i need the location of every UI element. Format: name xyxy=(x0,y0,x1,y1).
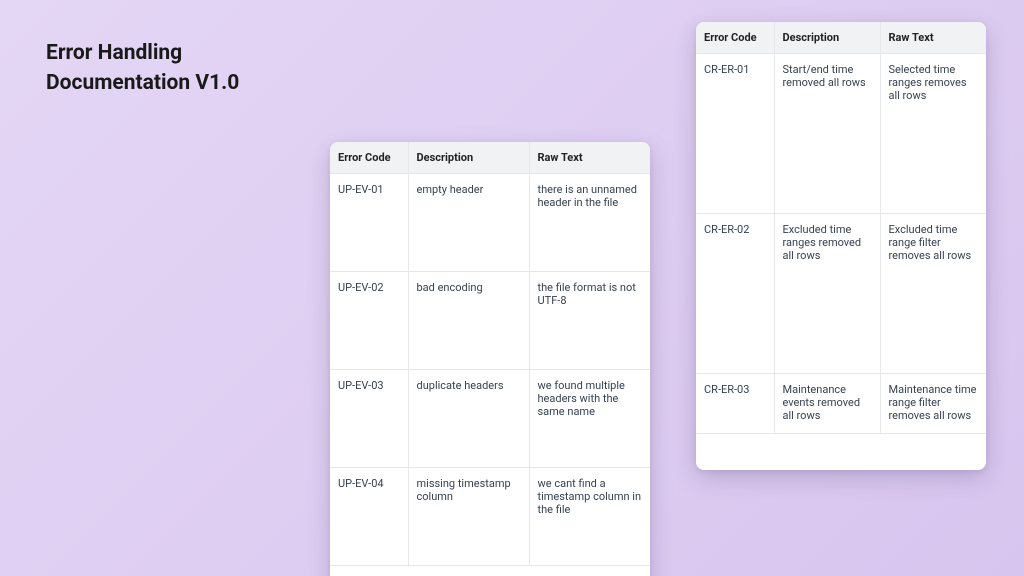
cell-raw-text: the file format is not UTF-8 xyxy=(529,272,650,370)
cell-raw-text: Selected time ranges removes all rows xyxy=(880,54,986,214)
cell-description: bad encoding xyxy=(408,272,529,370)
cell-description: Start/end time removed all rows xyxy=(774,54,880,214)
page-title: Error Handling Documentation V1.0 xyxy=(46,38,306,99)
col-description: Description xyxy=(408,142,529,174)
cell-error-code: UP-EV-01 xyxy=(330,174,408,272)
cell-error-code: CR-ER-01 xyxy=(696,54,774,214)
cell-description: Maintenance events removed all rows xyxy=(774,374,880,434)
cell-description: Excluded time ranges removed all rows xyxy=(774,214,880,374)
error-table-card-upload: Error Code Description Raw Text UP-EV-01… xyxy=(330,142,650,576)
cell-raw-text: we found multiple headers with the same … xyxy=(529,370,650,468)
cell-error-code: CR-ER-02 xyxy=(696,214,774,374)
table-header-row: Error Code Description Raw Text xyxy=(696,22,986,54)
cell-description: duplicate headers xyxy=(408,370,529,468)
error-table-upload: Error Code Description Raw Text UP-EV-01… xyxy=(330,142,650,566)
table-row: UP-EV-03 duplicate headers we found mult… xyxy=(330,370,650,468)
table-row: UP-EV-02 bad encoding the file format is… xyxy=(330,272,650,370)
cell-error-code: UP-EV-03 xyxy=(330,370,408,468)
col-description: Description xyxy=(774,22,880,54)
cell-description: empty header xyxy=(408,174,529,272)
col-raw-text: Raw Text xyxy=(880,22,986,54)
table-row: CR-ER-02 Excluded time ranges removed al… xyxy=(696,214,986,374)
cell-raw-text: there is an unnamed header in the file xyxy=(529,174,650,272)
title-line-1: Error Handling xyxy=(46,41,182,65)
col-raw-text: Raw Text xyxy=(529,142,650,174)
title-line-2: Documentation V1.0 xyxy=(46,71,239,95)
table-row: CR-ER-03 Maintenance events removed all … xyxy=(696,374,986,434)
cell-raw-text: we cant find a timestamp column in the f… xyxy=(529,468,650,566)
error-table-create: Error Code Description Raw Text CR-ER-01… xyxy=(696,22,986,434)
error-table-card-create: Error Code Description Raw Text CR-ER-01… xyxy=(696,22,986,470)
cell-error-code: UP-EV-02 xyxy=(330,272,408,370)
cell-raw-text: Maintenance time range filter removes al… xyxy=(880,374,986,434)
cell-error-code: CR-ER-03 xyxy=(696,374,774,434)
table-row: UP-EV-01 empty header there is an unname… xyxy=(330,174,650,272)
table-row: UP-EV-04 missing timestamp column we can… xyxy=(330,468,650,566)
col-error-code: Error Code xyxy=(330,142,408,174)
col-error-code: Error Code xyxy=(696,22,774,54)
cell-error-code: UP-EV-04 xyxy=(330,468,408,566)
table-header-row: Error Code Description Raw Text xyxy=(330,142,650,174)
table-row: CR-ER-01 Start/end time removed all rows… xyxy=(696,54,986,214)
cell-description: missing timestamp column xyxy=(408,468,529,566)
cell-raw-text: Excluded time range filter removes all r… xyxy=(880,214,986,374)
